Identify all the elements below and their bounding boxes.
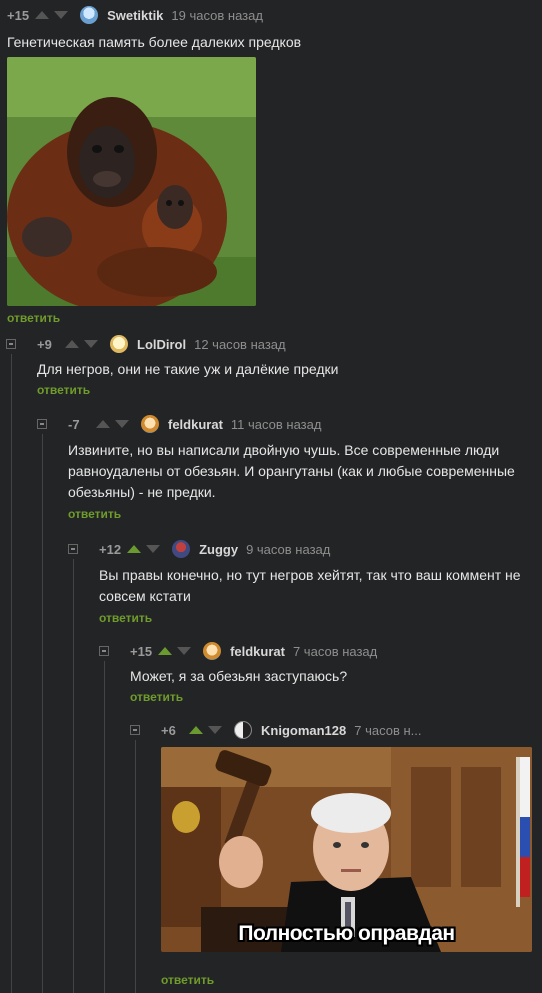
arrow-up-icon[interactable] xyxy=(35,11,50,19)
comment-1: +15 Swetiktik 19 часов назад Генетическа… xyxy=(7,5,542,325)
comment-text: Для негров, они не такие уж и далёкие пр… xyxy=(37,361,339,377)
comment-text: Извините, но вы написали двойную чушь. В… xyxy=(68,442,515,500)
avatar[interactable] xyxy=(110,335,128,353)
comment-text: Генетическая память более далеких предко… xyxy=(7,34,302,50)
comment-header: -7 feldkurat 11 часов назад xyxy=(68,414,538,434)
avatar[interactable] xyxy=(172,540,191,558)
comment-author[interactable]: Swetiktik xyxy=(107,8,163,23)
collapse-icon[interactable] xyxy=(37,419,47,429)
comment-rating: +6 xyxy=(161,722,176,738)
arrow-down-icon[interactable] xyxy=(54,11,69,19)
judge-image[interactable]: Полностью оправдан xyxy=(161,747,532,952)
collapse-icon[interactable] xyxy=(6,339,16,349)
comment-4: +12 Zuggy 9 часов назад Вы правы конечно… xyxy=(99,539,539,625)
reply-link[interactable]: ответить xyxy=(37,383,542,397)
arrow-up-icon[interactable] xyxy=(158,647,173,655)
comment-time[interactable]: 7 часов назад xyxy=(293,644,377,659)
thread-line[interactable] xyxy=(42,434,43,993)
comment-time[interactable]: 11 часов назад xyxy=(231,417,322,432)
comment-header: +15 Swetiktik 19 часов назад xyxy=(7,5,542,25)
comment-author[interactable]: feldkurat xyxy=(168,417,223,432)
arrow-up-icon[interactable] xyxy=(189,726,203,734)
avatar[interactable] xyxy=(203,642,222,660)
comment-rating: +15 xyxy=(130,643,153,659)
comment-time[interactable]: 9 часов назад xyxy=(246,542,330,557)
avatar[interactable] xyxy=(80,6,99,24)
arrow-down-icon[interactable] xyxy=(84,340,98,348)
comment-time[interactable]: 12 часов назад xyxy=(194,337,286,352)
comment-rating: +15 xyxy=(7,7,30,23)
orangutan-picture xyxy=(7,57,256,306)
comment-author[interactable]: feldkurat xyxy=(230,644,285,659)
comment-time[interactable]: 19 часов назад xyxy=(171,8,263,23)
reply-link[interactable]: ответить xyxy=(161,973,536,987)
collapse-icon[interactable] xyxy=(99,646,109,656)
comment-header: +15 feldkurat 7 часов назад xyxy=(130,641,540,661)
arrow-down-icon[interactable] xyxy=(177,647,192,655)
avatar[interactable] xyxy=(234,721,252,739)
reply-link[interactable]: ответить xyxy=(99,611,539,625)
arrow-up-icon[interactable] xyxy=(65,340,79,348)
comment-2: +9 LolDirol 12 часов назад Для негров, о… xyxy=(37,334,542,397)
comment-rating: -7 xyxy=(68,416,80,432)
comment-header: +12 Zuggy 9 часов назад xyxy=(99,539,539,559)
comment-author[interactable]: LolDirol xyxy=(137,337,186,352)
arrow-up-icon[interactable] xyxy=(96,420,110,428)
comment-author[interactable]: Knigoman128 xyxy=(261,723,346,738)
reply-link[interactable]: ответить xyxy=(7,311,542,325)
thread-line[interactable] xyxy=(73,559,74,993)
arrow-down-icon[interactable] xyxy=(146,545,161,553)
comment-6: +6 Knigoman128 7 часов н... Полностью оп… xyxy=(161,720,536,987)
comment-time[interactable]: 7 часов н... xyxy=(354,723,421,738)
image-caption: Полностью оправдан xyxy=(238,922,455,945)
comment-5: +15 feldkurat 7 часов назад Может, я за … xyxy=(130,641,540,704)
avatar[interactable] xyxy=(141,415,159,433)
thread-line[interactable] xyxy=(104,661,105,993)
collapse-icon[interactable] xyxy=(68,544,78,554)
thread-line[interactable] xyxy=(11,354,12,993)
comment-author[interactable]: Zuggy xyxy=(199,542,238,557)
comment-header: +6 Knigoman128 7 часов н... xyxy=(161,720,536,740)
arrow-up-icon[interactable] xyxy=(127,545,142,553)
arrow-down-icon[interactable] xyxy=(208,726,222,734)
reply-link[interactable]: ответить xyxy=(130,690,540,704)
comment-text: Может, я за обезьян заступаюсь? xyxy=(130,668,348,684)
reply-link[interactable]: ответить xyxy=(68,507,538,521)
thread-line[interactable] xyxy=(135,740,136,993)
comment-rating: +9 xyxy=(37,336,52,352)
comment-header: +9 LolDirol 12 часов назад xyxy=(37,334,542,354)
comment-3: -7 feldkurat 11 часов назад Извините, но… xyxy=(68,414,538,521)
collapse-icon[interactable] xyxy=(130,725,140,735)
comment-text: Вы правы конечно, но тут негров хейтят, … xyxy=(99,567,521,604)
arrow-down-icon[interactable] xyxy=(115,420,129,428)
orangutan-image[interactable] xyxy=(7,57,256,306)
comment-rating: +12 xyxy=(99,541,122,557)
